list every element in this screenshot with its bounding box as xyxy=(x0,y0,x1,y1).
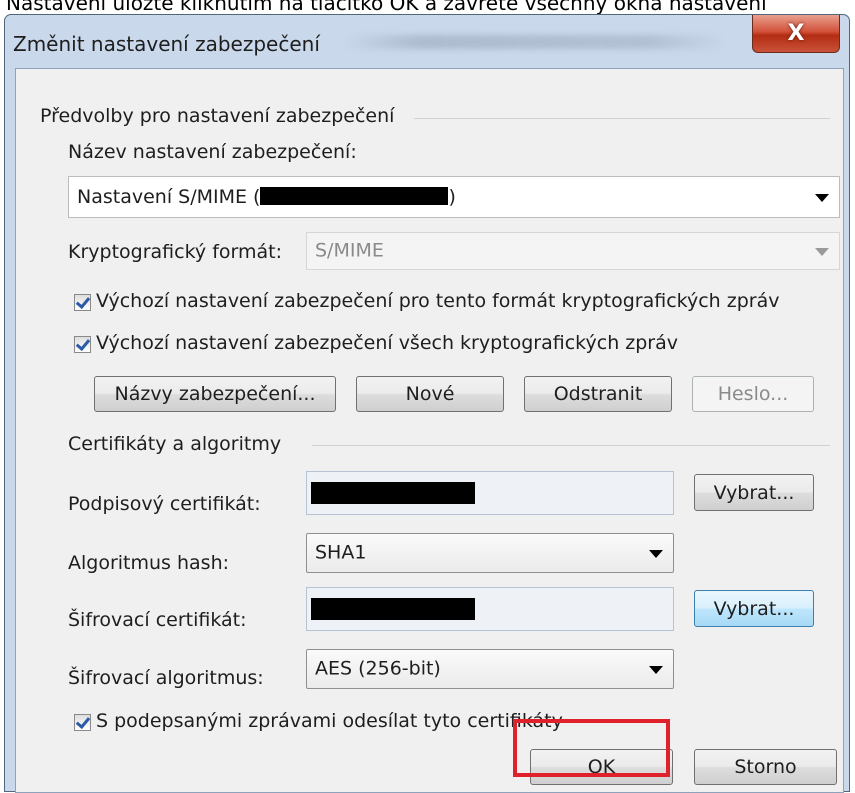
security-setting-name-value: Nastavení S/MIME () xyxy=(77,186,456,208)
encryption-cert-field xyxy=(306,587,674,631)
crypto-format-combo: S/MIME xyxy=(306,232,840,270)
crypto-format-value: S/MIME xyxy=(315,239,384,262)
hash-algorithm-value: SHA1 xyxy=(315,541,367,564)
redacted-email xyxy=(260,187,449,205)
instruction-caption: Nastavení uložte kliknutím na tlačítko O… xyxy=(6,0,767,15)
default-format-checkbox-label[interactable]: Výchozí nastavení zabezpečení pro tento … xyxy=(96,290,780,312)
close-icon: X xyxy=(787,21,805,46)
security-setting-name-label: Název nastavení zabezpečení: xyxy=(68,141,357,163)
delete-button[interactable]: Odstranit xyxy=(524,376,672,412)
default-all-checkbox[interactable] xyxy=(74,336,91,353)
cancel-button[interactable]: Storno xyxy=(694,749,837,785)
send-certs-checkbox[interactable] xyxy=(74,714,91,731)
chevron-down-icon[interactable] xyxy=(815,194,829,202)
redacted-encryption-cert xyxy=(311,598,475,620)
default-all-checkbox-label[interactable]: Výchozí nastavení zabezpečení všech kryp… xyxy=(96,332,678,354)
hash-algorithm-label: Algoritmus hash: xyxy=(68,552,230,574)
signing-cert-field xyxy=(306,471,674,515)
presets-group-divider xyxy=(414,118,830,119)
dialog-title: Změnit nastavení zabezpečení xyxy=(13,32,320,56)
encryption-algorithm-value: AES (256-bit) xyxy=(315,657,441,680)
new-button[interactable]: Nové xyxy=(356,376,504,412)
default-format-checkbox[interactable] xyxy=(74,294,91,311)
chevron-down-icon xyxy=(815,248,829,256)
hash-algorithm-select[interactable]: SHA1 xyxy=(306,533,674,573)
certs-group-label: Certifikáty a algoritmy xyxy=(68,433,282,455)
title-bar-blur xyxy=(345,35,725,49)
send-certs-checkbox-label[interactable]: S podepsanými zprávami odesílat tyto cer… xyxy=(96,710,563,732)
redacted-signing-cert xyxy=(311,482,475,504)
certs-group-divider xyxy=(312,445,830,446)
close-button[interactable]: X xyxy=(752,15,840,53)
signing-cert-label: Podpisový certifikát: xyxy=(68,493,261,515)
security-settings-dialog: Změnit nastavení zabezpečení X Předvolby… xyxy=(4,14,850,793)
encryption-algorithm-select[interactable]: AES (256-bit) xyxy=(306,649,674,689)
encryption-algorithm-label: Šifrovací algoritmus: xyxy=(68,667,264,689)
choose-encryption-cert-button[interactable]: Vybrat... xyxy=(694,590,814,627)
crypto-format-label: Kryptografický formát: xyxy=(68,241,282,263)
dialog-client-area: Předvolby pro nastavení zabezpečení Náze… xyxy=(15,68,844,793)
presets-group-label: Předvolby pro nastavení zabezpečení xyxy=(40,105,395,127)
security-names-button[interactable]: Názvy zabezpečení... xyxy=(94,376,336,412)
chevron-down-icon[interactable] xyxy=(649,550,663,558)
security-setting-name-combo[interactable]: Nastavení S/MIME () xyxy=(68,176,840,218)
choose-signing-cert-button[interactable]: Vybrat... xyxy=(694,474,814,511)
chevron-down-icon[interactable] xyxy=(649,666,663,674)
password-button: Heslo... xyxy=(692,376,814,412)
encryption-cert-label: Šifrovací certifikát: xyxy=(68,609,247,631)
ok-button[interactable]: OK xyxy=(530,749,673,785)
